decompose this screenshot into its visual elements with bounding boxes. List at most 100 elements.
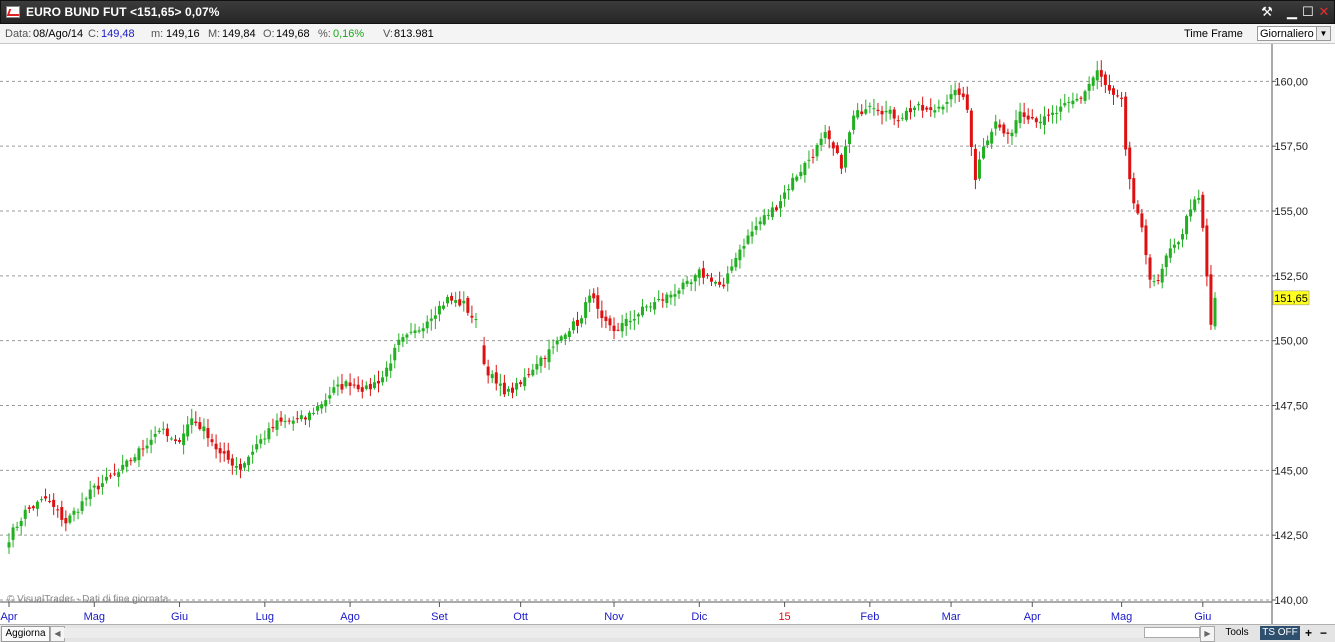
- maximize-button[interactable]: ☐: [1300, 4, 1316, 20]
- candle-body: [754, 226, 758, 231]
- max-label: M:: [208, 28, 221, 40]
- scroll-track[interactable]: [64, 628, 1204, 638]
- candle-body: [413, 330, 417, 334]
- candle-body: [693, 275, 697, 282]
- candle-body: [446, 296, 450, 304]
- candle-body: [72, 510, 76, 515]
- candle-body: [969, 110, 973, 148]
- candle-body: [1189, 209, 1193, 217]
- candle-body: [551, 346, 555, 348]
- candle-body: [1168, 248, 1172, 258]
- candle-body: [835, 145, 839, 154]
- candle-body: [490, 374, 494, 379]
- candle-body: [852, 115, 856, 130]
- candle-body: [612, 325, 616, 332]
- candle-body: [738, 249, 742, 261]
- candle-body: [815, 144, 819, 157]
- candle-body: [1136, 204, 1140, 214]
- candle-body: [531, 369, 535, 376]
- candle-body: [429, 318, 433, 321]
- candle-body: [23, 509, 27, 519]
- candle-body: [998, 124, 1002, 128]
- candle-body: [1014, 120, 1018, 134]
- scroll-left-button[interactable]: ◀: [50, 626, 65, 642]
- close-label: C:: [88, 28, 99, 40]
- candle-body: [1091, 77, 1095, 86]
- candle-body: [88, 489, 92, 500]
- candle-body: [580, 318, 584, 324]
- close-button[interactable]: ✕: [1316, 4, 1332, 20]
- tools-icon[interactable]: ⚒: [1259, 4, 1275, 20]
- candle-body: [340, 384, 344, 390]
- candle-body: [35, 501, 39, 509]
- candle-body: [604, 316, 608, 321]
- candle-body: [385, 367, 389, 377]
- candle-body: [336, 384, 340, 387]
- scroll-right-button[interactable]: ▶: [1200, 626, 1215, 642]
- candle-body: [320, 404, 324, 409]
- candle-body: [884, 110, 888, 113]
- x-month-label: Mag: [84, 611, 105, 623]
- watermark-text: © VisualTrader - Dati di fine giornata: [7, 594, 169, 605]
- candle-body: [287, 420, 291, 422]
- candle-body: [1087, 83, 1091, 91]
- candle-body: [141, 448, 145, 450]
- tools-button[interactable]: Tools: [1216, 626, 1258, 640]
- candle-body: [831, 142, 835, 149]
- candle-body: [498, 383, 502, 386]
- chart-area[interactable]: 160,00 157,50 155,00 152,50 150,00 147,50 145,…: [0, 44, 1335, 624]
- candle-body: [1124, 96, 1128, 150]
- candle-body: [137, 448, 141, 461]
- candle-body: [925, 107, 929, 110]
- candle-body: [1181, 234, 1185, 240]
- candle-body: [1172, 244, 1176, 248]
- candle-body: [701, 268, 705, 278]
- minimize-button[interactable]: ▁: [1284, 4, 1300, 20]
- candle-body: [462, 300, 466, 304]
- y-tick-label: 160,00: [1274, 76, 1308, 88]
- candle-body: [295, 418, 299, 420]
- candle-body: [68, 515, 72, 523]
- candle-body: [795, 176, 799, 181]
- candle-body: [1197, 197, 1201, 200]
- candle-body: [1103, 74, 1107, 86]
- candle-body: [92, 485, 96, 488]
- x-month-label: Nov: [604, 611, 624, 623]
- zoom-out-button[interactable]: −: [1317, 626, 1330, 640]
- candle-body: [872, 108, 876, 110]
- candle-body: [1071, 100, 1075, 105]
- candle-body: [661, 299, 665, 301]
- candle-body: [791, 177, 795, 190]
- candle-body: [718, 281, 722, 285]
- y-tick-label: 150,00: [1274, 336, 1308, 348]
- candle-body: [689, 282, 693, 285]
- candle-body: [299, 415, 303, 420]
- candle-body: [929, 107, 933, 110]
- candle-body: [839, 154, 843, 169]
- candle-body: [441, 305, 445, 309]
- candle-body: [1026, 115, 1030, 120]
- candle-body: [1209, 274, 1213, 325]
- candle-body: [1120, 97, 1124, 99]
- time-frame-select[interactable]: Giornaliero ▼: [1257, 26, 1331, 41]
- candle-body: [405, 334, 409, 338]
- candle-body: [486, 366, 490, 376]
- scroll-thumb[interactable]: [1144, 627, 1200, 638]
- window-titlebar: EURO BUND FUT <151,65> 0,07% ⚒ ▁ ☐ ✕: [0, 0, 1335, 24]
- candle-body: [856, 110, 860, 118]
- candle-body: [80, 501, 84, 511]
- candle-body: [1156, 280, 1160, 282]
- candle-body: [868, 105, 872, 107]
- candle-body: [48, 500, 52, 502]
- zoom-in-button[interactable]: +: [1302, 626, 1315, 640]
- candle-body: [344, 381, 348, 387]
- candle-body: [774, 207, 778, 211]
- price-chart[interactable]: 160,00 157,50 155,00 152,50 150,00 147,50 145,…: [0, 44, 1335, 624]
- ts-off-button[interactable]: TS OFF: [1260, 626, 1300, 640]
- candle-body: [705, 274, 709, 276]
- chevron-down-icon[interactable]: ▼: [1316, 27, 1330, 40]
- refresh-button[interactable]: Aggiorna: [1, 626, 50, 642]
- candle-body: [1152, 281, 1156, 283]
- candle-body: [527, 374, 531, 376]
- candle-body: [109, 475, 113, 477]
